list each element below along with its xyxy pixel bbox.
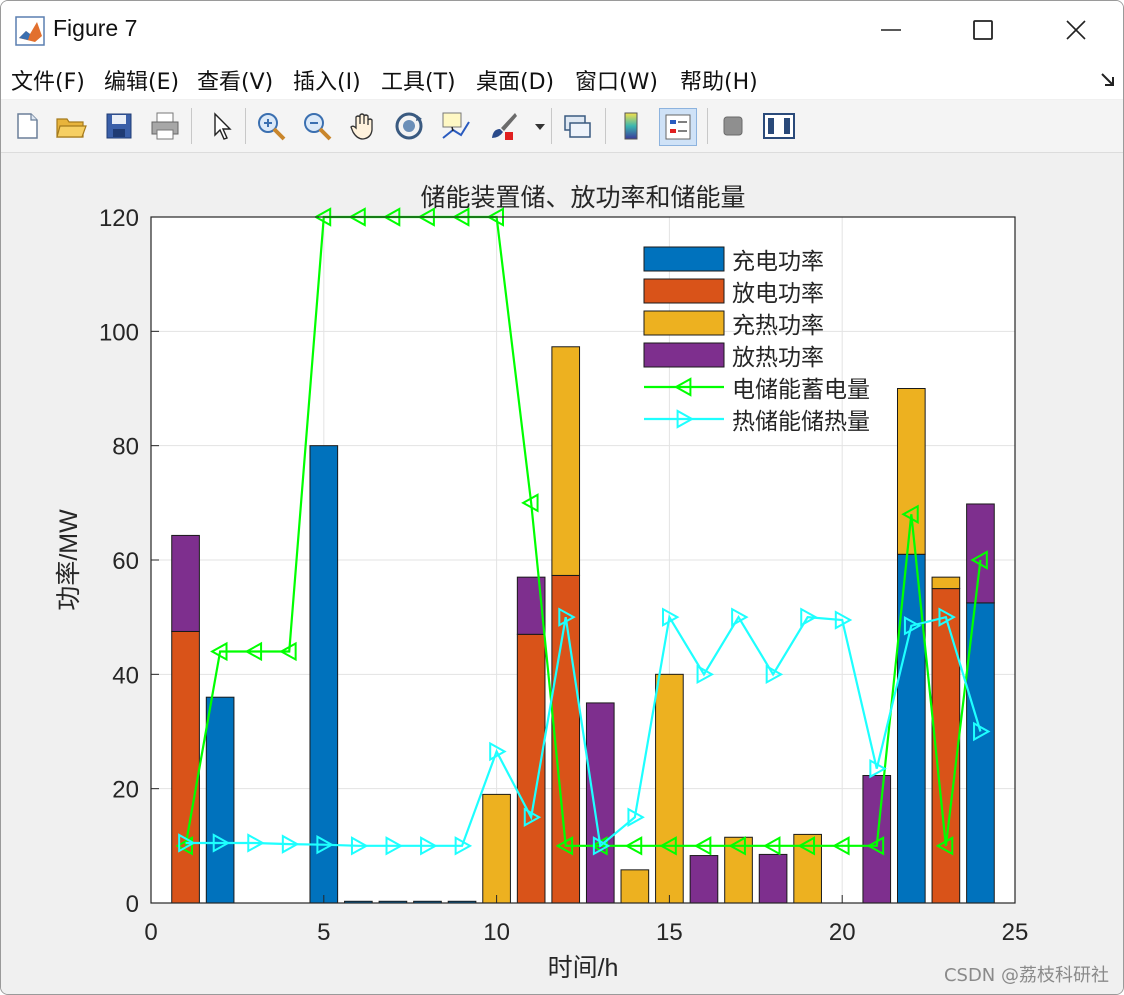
x-tick-label: 0: [144, 919, 157, 946]
bar-segment: [758, 853, 788, 904]
bar-segment: [551, 346, 581, 576]
legend-swatch: [643, 246, 725, 272]
bar-segment: [966, 503, 995, 604]
x-tick-label: 5: [317, 919, 330, 946]
legend-label: 充热功率: [732, 313, 824, 339]
y-tick-label: 20: [112, 777, 139, 804]
bar-segment: [793, 833, 822, 904]
x-tick-label: 10: [483, 919, 510, 946]
bar-segment: [205, 696, 235, 904]
y-axis-label: 功率/MW: [55, 509, 83, 611]
bar-segment: [655, 673, 684, 904]
chart-title: 储能装置储、放功率和储能量: [420, 183, 745, 212]
bar-segment: [482, 793, 511, 904]
x-tick-label: 15: [656, 919, 683, 946]
y-tick-label: 80: [112, 434, 139, 461]
y-tick-label: 40: [112, 662, 139, 689]
y-tick-label: 0: [126, 891, 139, 918]
x-axis-label: 时间/h: [548, 954, 619, 982]
figure-window: Figure 7 文件(F) 编辑(E) 查看(V) 插入(I) 工具(T) 桌…: [0, 0, 1124, 995]
legend-swatch: [643, 278, 725, 304]
bar-segment: [309, 445, 339, 904]
bar-segment: [689, 855, 719, 904]
legend-label: 放电功率: [732, 281, 824, 307]
watermark-text: CSDN @荔枝科研社: [944, 965, 1109, 986]
legend-label: 电储能蓄电量: [732, 377, 870, 403]
bar-segment: [585, 702, 615, 904]
y-tick-label: 60: [112, 548, 139, 575]
bar-segment: [724, 836, 753, 904]
legend-swatch: [643, 342, 725, 368]
legend-label: 热储能储热量: [732, 409, 870, 435]
legend-label: 充电功率: [732, 249, 824, 275]
bar-segment: [620, 869, 650, 904]
x-tick-label: 25: [1002, 919, 1029, 946]
chart-canvas: 0 5 10 15 20 25020406080100120 储能装置储、放功率和储能量 …: [1, 153, 1123, 994]
legend-swatch: [643, 310, 725, 336]
bar-segment: [171, 534, 200, 632]
bar-segment: [931, 576, 961, 590]
bar-segment: [516, 633, 546, 904]
legend-label: 放热功率: [732, 345, 824, 371]
x-tick-label: 20: [829, 919, 856, 946]
bar-segment: [171, 630, 200, 904]
y-tick-label: 120: [99, 205, 139, 232]
bar-segment: [896, 388, 926, 555]
y-tick-label: 100: [99, 319, 139, 346]
